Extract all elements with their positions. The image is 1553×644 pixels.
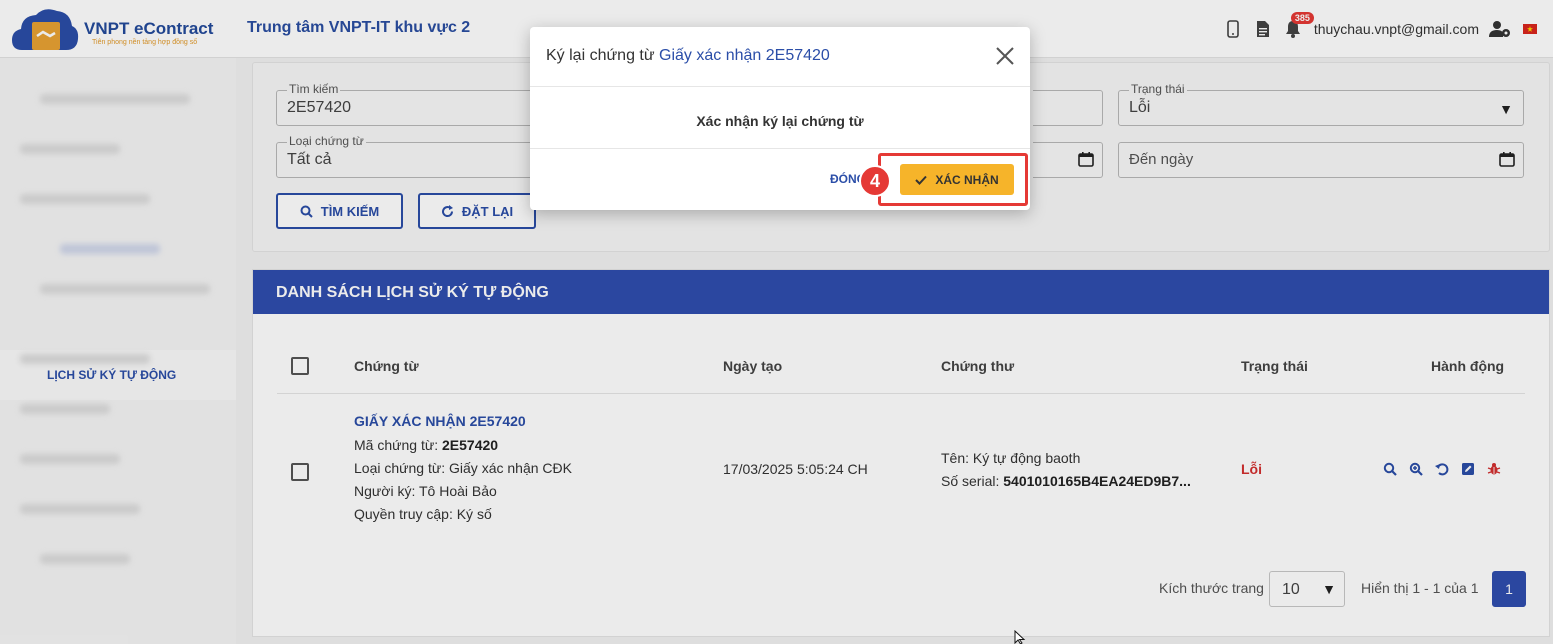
mouse-cursor-icon [1014, 630, 1026, 644]
dialog-divider [530, 148, 1030, 149]
highlight-box [878, 153, 1028, 206]
dialog-title-prefix: Ký lại chứng từ [546, 47, 660, 64]
step-badge: 4 [859, 165, 891, 197]
dialog-message: Xác nhận ký lại chứng từ [696, 113, 864, 129]
dialog-title-document: Giấy xác nhận 2E57420 [659, 47, 830, 64]
dialog-title: Ký lại chứng từ Giấy xác nhận 2E57420 [546, 47, 830, 65]
close-icon[interactable] [994, 45, 1016, 67]
close-button-label: ĐÓNG [830, 172, 862, 186]
close-button[interactable]: ĐÓNG [822, 172, 862, 186]
dialog-divider [530, 86, 1030, 87]
